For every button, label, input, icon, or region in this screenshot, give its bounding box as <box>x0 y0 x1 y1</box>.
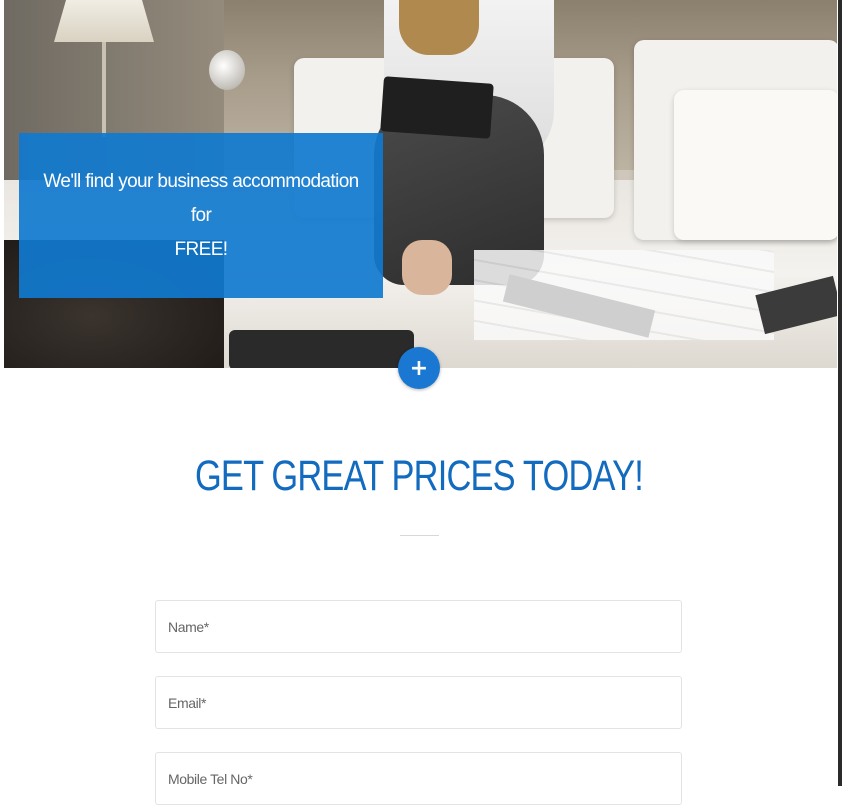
promo-banner: We'll find your business accommodation f… <box>19 133 383 298</box>
page-title: GET GREAT PRICES TODAY! <box>194 452 644 500</box>
lamp-pole <box>102 42 106 137</box>
window-edge <box>838 0 842 786</box>
promo-text: We'll find your business accommodation f… <box>43 170 359 260</box>
expand-button[interactable]: + <box>398 347 440 389</box>
plus-icon: + <box>409 355 429 381</box>
person-foot <box>402 240 452 295</box>
tablet <box>380 76 494 139</box>
wall-sconce <box>209 50 245 90</box>
mobile-input[interactable] <box>155 752 682 805</box>
hero-image: We'll find your business accommodation f… <box>4 0 837 368</box>
title-divider <box>400 535 439 536</box>
laptop <box>229 330 414 368</box>
lamp-shade <box>54 0 154 42</box>
person-hair <box>399 0 479 55</box>
email-input[interactable] <box>155 676 682 729</box>
pillow <box>674 90 837 240</box>
name-input[interactable] <box>155 600 682 653</box>
